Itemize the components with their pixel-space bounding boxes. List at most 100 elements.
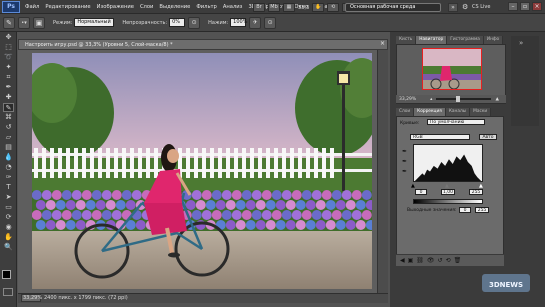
status-zoom-field[interactable]: 33,29% <box>21 294 42 302</box>
workspace-switcher[interactable]: Основная рабочая среда <box>345 3 441 12</box>
menu-select[interactable]: Выделение <box>159 4 190 10</box>
rotate-view-button[interactable]: ⟲ <box>327 3 340 12</box>
foreground-color-swatch[interactable] <box>2 270 11 279</box>
tab-info[interactable]: Инфо <box>483 36 504 44</box>
navigator-thumbnail[interactable] <box>422 48 482 90</box>
delete-adjustment-icon[interactable]: 🗑 <box>454 257 462 264</box>
white-point-eyedropper-icon[interactable]: ✒ <box>402 167 407 177</box>
expand-workspace-icon[interactable]: » <box>448 3 458 12</box>
expand-view-icon[interactable]: ▣ <box>408 257 414 264</box>
tab-navigator[interactable]: Навигатор <box>416 36 448 44</box>
brush-tool-preset-icon[interactable]: ✎ <box>3 16 15 29</box>
brush-panel-toggle-icon[interactable]: ▣ <box>33 16 45 29</box>
brush-tool-icon[interactable]: ✎ <box>3 103 14 112</box>
menu-image[interactable]: Изображение <box>97 4 134 10</box>
3d-camera-tool-icon[interactable]: ◉ <box>3 223 14 232</box>
maximize-button[interactable]: ▫ <box>520 2 530 11</box>
levels-preset-select[interactable]: По умолчанию <box>427 119 485 125</box>
hydrangea-flower <box>191 190 202 200</box>
tab-histogram[interactable]: Гистограмма <box>447 36 484 44</box>
clone-stamp-tool-icon[interactable]: ⌘ <box>3 113 14 122</box>
opacity-pressure-icon[interactable]: ⊙ <box>188 16 201 29</box>
pen-tool-icon[interactable]: ✑ <box>3 173 14 182</box>
menu-analysis[interactable]: Анализ <box>223 4 243 10</box>
move-tool-icon[interactable]: ✥ <box>3 33 14 42</box>
output-black-value[interactable]: 0 <box>459 207 471 213</box>
tab-brush[interactable]: Кисть <box>396 36 417 44</box>
menu-layers[interactable]: Слои <box>140 4 153 10</box>
navigator-zoom-slider[interactable] <box>436 96 492 102</box>
path-select-tool-icon[interactable]: ➤ <box>3 193 14 202</box>
zoom-slider-thumb[interactable] <box>456 96 461 102</box>
launch-minibridge-button[interactable]: Mb <box>268 3 280 12</box>
zoom-level[interactable]: 33,3 <box>298 5 309 11</box>
marquee-tool-icon[interactable]: ⬚ <box>3 43 14 52</box>
input-black-value[interactable]: 0 <box>415 189 427 195</box>
panel-collapse-icon[interactable]: » <box>519 39 531 47</box>
3d-rotate-tool-icon[interactable]: ⟳ <box>3 213 14 222</box>
hand-tool-button[interactable]: ✋ <box>312 3 325 12</box>
previous-state-icon[interactable]: ↺ <box>438 257 443 264</box>
black-point-eyedropper-icon[interactable]: ✒ <box>402 147 407 157</box>
eyedropper-tool-icon[interactable]: ✒ <box>3 83 14 92</box>
quick-select-tool-icon[interactable]: ✦ <box>3 63 14 72</box>
reset-icon[interactable]: ⟲ <box>446 257 451 264</box>
extras-button[interactable]: ▦ <box>283 3 295 12</box>
quick-mask-icon[interactable] <box>3 288 13 296</box>
vertical-scrollbar[interactable] <box>377 50 388 293</box>
shape-tool-icon[interactable]: ▭ <box>3 203 14 212</box>
blur-tool-icon[interactable]: 💧 <box>3 153 14 162</box>
fence-picket <box>202 148 206 178</box>
size-pressure-icon[interactable]: ⊙ <box>264 16 277 29</box>
healing-brush-tool-icon[interactable]: ✚ <box>3 93 14 102</box>
mode-select[interactable]: Нормальный <box>74 18 115 27</box>
minimize-button[interactable]: – <box>508 2 518 11</box>
zoom-tool-icon[interactable]: 🔍 <box>3 243 14 252</box>
hydrangea-flower <box>255 200 266 210</box>
visibility-icon[interactable]: 👁 <box>427 257 435 264</box>
tab-adjustments[interactable]: Коррекция <box>414 108 446 116</box>
hydrangea-flower <box>291 190 302 200</box>
menu-filter[interactable]: Фильтр <box>196 4 217 10</box>
gradient-tool-icon[interactable]: ▤ <box>3 143 14 152</box>
menu-file[interactable]: Файл <box>25 4 39 10</box>
history-brush-tool-icon[interactable]: ↺ <box>3 123 14 132</box>
return-to-list-icon[interactable]: ◀ <box>400 257 405 264</box>
tab-channels[interactable]: Каналы <box>445 108 471 116</box>
zoom-out-icon[interactable]: ▴ <box>430 97 432 102</box>
auto-button[interactable]: Авто <box>479 134 497 140</box>
flow-input[interactable]: 100% <box>230 18 247 27</box>
channel-select[interactable]: RGB <box>410 134 470 140</box>
lasso-tool-icon[interactable]: ➰ <box>3 53 14 62</box>
clip-to-layer-icon[interactable]: ⛓ <box>416 257 424 264</box>
close-button[interactable]: × <box>532 2 542 11</box>
gray-point-eyedropper-icon[interactable]: ✒ <box>402 157 407 167</box>
opacity-input[interactable]: 0% <box>169 18 186 27</box>
hand-tool-icon[interactable]: ✋ <box>3 233 14 242</box>
airbrush-icon[interactable]: ✈ <box>249 16 262 29</box>
canvas-image[interactable] <box>32 53 372 289</box>
input-gamma-value[interactable]: 1,00 <box>441 189 455 195</box>
input-white-value[interactable]: 255 <box>469 189 483 195</box>
tab-layers[interactable]: Слои <box>396 108 415 116</box>
cs-live-icon[interactable]: ⚙ <box>462 3 468 11</box>
status-doc-info[interactable]: 2400 пикс. x 1799 пикс. (72 ppi) <box>44 294 128 303</box>
navigator-zoom-value[interactable]: 33,29% <box>399 97 416 102</box>
dodge-tool-icon[interactable]: ◔ <box>3 163 14 172</box>
document-tab[interactable]: Настроить игру.psd @ 33,3% (Уровни 5, Сл… <box>18 39 388 50</box>
launch-bridge-button[interactable]: Br <box>253 3 265 12</box>
type-tool-icon[interactable]: T <box>3 183 14 192</box>
eraser-tool-icon[interactable]: ▱ <box>3 133 14 142</box>
document-canvas-area[interactable] <box>18 50 388 293</box>
color-swatches[interactable] <box>2 270 16 286</box>
zoom-in-icon[interactable]: ▲ <box>495 97 498 102</box>
output-white-value[interactable]: 255 <box>475 207 489 213</box>
crop-tool-icon[interactable]: ⌗ <box>3 73 14 82</box>
fence-picket <box>314 148 318 178</box>
close-document-icon[interactable]: × <box>380 40 385 47</box>
brush-size-picker[interactable]: •▾ <box>18 16 30 29</box>
tab-masks[interactable]: Маски <box>470 108 492 116</box>
input-levels-slider[interactable]: ▲ ▲ ▲ <box>411 183 483 189</box>
menu-edit[interactable]: Редактирование <box>45 4 90 10</box>
cs-live-label[interactable]: CS Live <box>472 4 490 10</box>
